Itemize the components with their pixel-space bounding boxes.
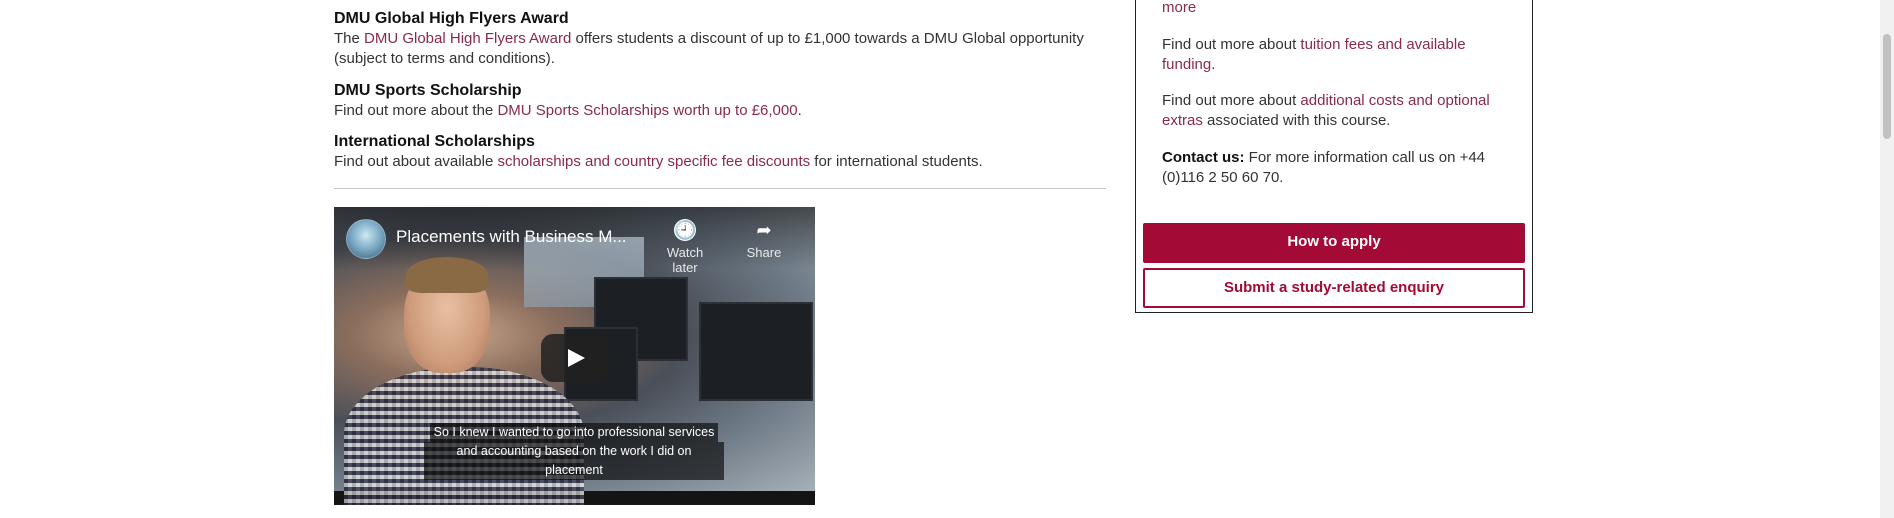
- sports-scholarship-link[interactable]: DMU Sports Scholarships worth up to £6,0…: [497, 102, 797, 119]
- clock-icon: 🕘: [674, 219, 697, 241]
- more-link[interactable]: more: [1162, 0, 1196, 16]
- scholarship-sports: DMU Sports Scholarship Find out more abo…: [334, 81, 1106, 121]
- contact-text: Contact us: For more information call us…: [1162, 148, 1512, 188]
- caption-line: So I knew I wanted to go into profession…: [429, 423, 719, 442]
- tuition-fees-text: Find out more about tuition fees and ava…: [1162, 36, 1466, 73]
- how-to-apply-button[interactable]: How to apply: [1143, 223, 1525, 263]
- scholarship-high-flyers: DMU Global High Flyers Award The DMU Glo…: [334, 9, 1106, 69]
- background-monitor: [699, 302, 813, 401]
- scholarship-description: Find out about available scholarships an…: [334, 153, 983, 170]
- scholarship-title: DMU Sports Scholarship: [334, 82, 522, 99]
- more-link-row: more: [1162, 0, 1512, 18]
- international-scholarships-link[interactable]: scholarships and country specific fee di…: [497, 153, 810, 170]
- person-hair: [406, 257, 488, 293]
- course-info-panel: more Find out more about tuition fees an…: [1135, 0, 1533, 313]
- section-divider: [334, 188, 1106, 189]
- play-button-icon[interactable]: [541, 334, 609, 382]
- contact-label: Contact us:: [1162, 149, 1245, 166]
- page-scrollbar[interactable]: [1880, 0, 1894, 518]
- share-arrow-icon: ➦: [756, 220, 772, 240]
- scholarship-description: Find out more about the DMU Sports Schol…: [334, 102, 802, 119]
- watch-later-button[interactable]: 🕘 Watch later: [654, 219, 716, 275]
- video-title[interactable]: Placements with Business M...: [396, 227, 627, 247]
- study-enquiry-button[interactable]: Submit a study-related enquiry: [1143, 268, 1525, 308]
- scholarship-description: The DMU Global High Flyers Award offers …: [334, 30, 1084, 67]
- scrollbar-thumb[interactable]: [1883, 34, 1891, 139]
- additional-costs-text: Find out more about additional costs and…: [1162, 92, 1490, 129]
- channel-avatar-icon[interactable]: [346, 219, 386, 259]
- video-player[interactable]: Placements with Business M... 🕘 Watch la…: [334, 207, 815, 505]
- scholarship-title: DMU Global High Flyers Award: [334, 10, 569, 27]
- high-flyers-award-link[interactable]: DMU Global High Flyers Award: [364, 30, 571, 47]
- caption-line: and accounting based on the work I did o…: [424, 442, 724, 480]
- scholarship-international: International Scholarships Find out abou…: [334, 132, 1106, 172]
- share-button[interactable]: ➦ Share: [733, 219, 795, 260]
- scholarship-title: International Scholarships: [334, 133, 535, 150]
- video-captions: So I knew I wanted to go into profession…: [424, 423, 724, 480]
